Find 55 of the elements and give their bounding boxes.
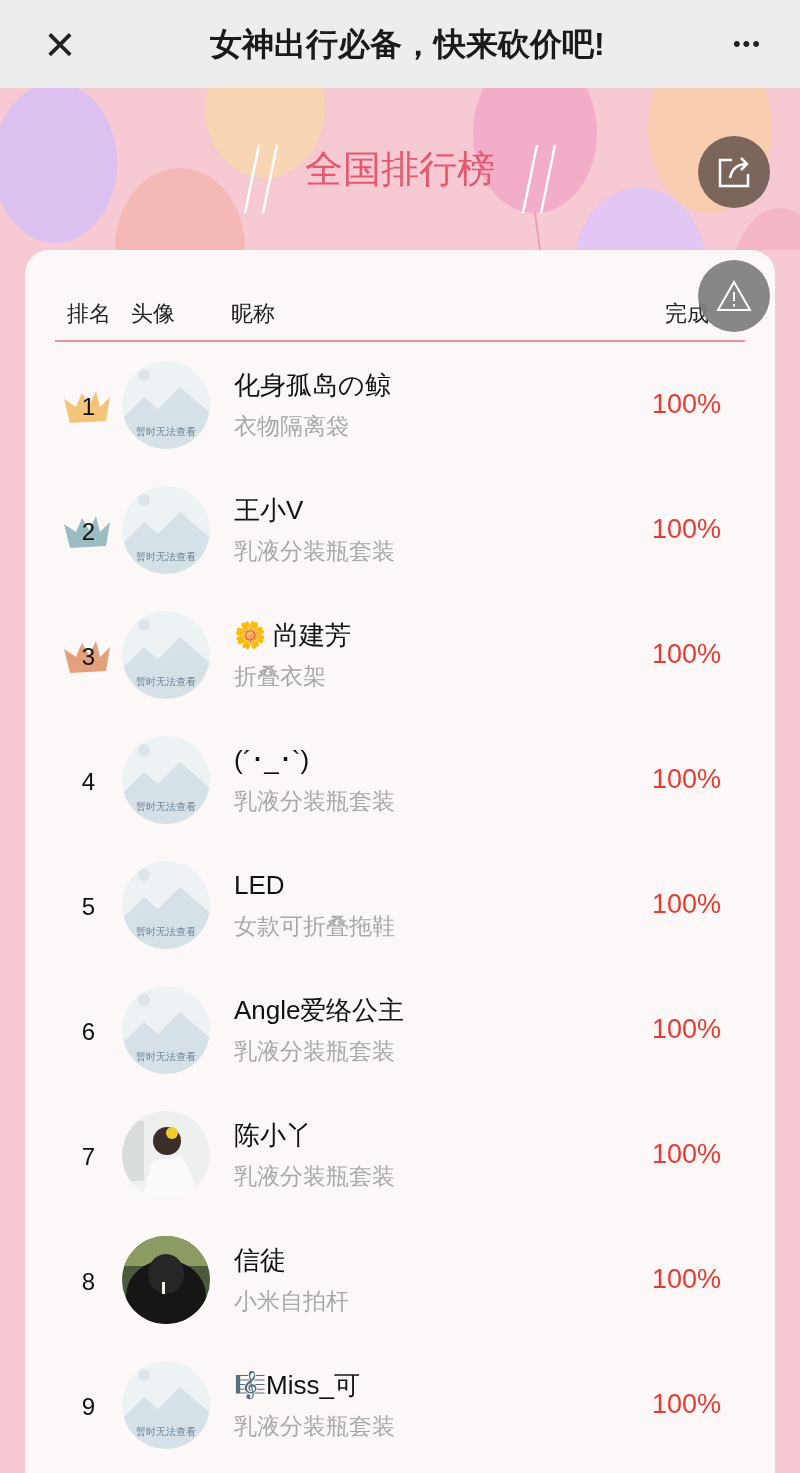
avatar-caption: 暂时无法查看 (135, 1426, 197, 1437)
rank-number: 9 (81, 1391, 96, 1422)
rank-number: 6 (81, 1016, 96, 1047)
nickname: Angle爱络公主 (234, 993, 406, 1027)
completion-value: 100% (651, 763, 721, 797)
rank-number: 3 (81, 641, 96, 672)
item-name: 乳液分装瓶套装 (234, 1161, 396, 1191)
nickname: (´･_･`) (234, 743, 311, 777)
item-name: 折叠衣架 (234, 661, 327, 691)
nickname: 🌼 尚建芳 (234, 618, 353, 652)
column-header: 完成 (665, 300, 709, 328)
nickname: LED (234, 868, 286, 902)
nickname: 王小V (234, 493, 305, 527)
avatar-caption: 暂时无法查看 (135, 926, 197, 937)
nickname: 陈小丫 (234, 1118, 313, 1152)
slash-decoration-icon (521, 143, 557, 215)
item-name: 衣物隔离袋 (234, 411, 350, 441)
share-icon (716, 154, 752, 190)
item-name: 乳液分装瓶套装 (234, 1411, 396, 1441)
item-name: 女款可折叠拖鞋 (234, 911, 396, 941)
rank-number: 8 (81, 1266, 96, 1297)
item-name: 小米自拍杆 (234, 1286, 350, 1316)
column-header: 头像 (131, 300, 176, 328)
ranking-title: 全国排行榜 (305, 146, 495, 192)
avatar-caption: 暂时无法查看 (135, 676, 197, 687)
rank-number: 5 (81, 891, 96, 922)
rank-number: 1 (81, 391, 96, 422)
column-header: 排名 (67, 300, 112, 328)
avatar-caption: 暂时无法查看 (135, 1051, 197, 1062)
completion-value: 100% (651, 888, 721, 922)
more-button[interactable]: ••• (732, 33, 762, 55)
completion-value: 100% (651, 1013, 721, 1047)
avatar-caption: 暂时无法查看 (135, 801, 197, 812)
item-name: 乳液分装瓶套装 (234, 1036, 396, 1066)
completion-value: 100% (651, 1138, 721, 1172)
page-title: 女神出行必备，快来砍价吧! (210, 25, 605, 64)
nickname: 化身孤岛の鲸 (234, 368, 392, 402)
rank-number: 7 (81, 1141, 96, 1172)
item-name: 乳液分装瓶套装 (234, 786, 396, 816)
completion-value: 100% (651, 388, 721, 422)
completion-value: 100% (651, 1388, 721, 1422)
item-name: 乳液分装瓶套装 (234, 536, 396, 566)
completion-value: 100% (651, 1263, 721, 1297)
column-header: 昵称 (231, 300, 276, 328)
slash-decoration-icon (243, 143, 279, 215)
nickname: 信徒 (234, 1243, 287, 1277)
rank-number: 2 (81, 516, 96, 547)
rank-number: 4 (81, 766, 96, 797)
close-button[interactable]: × (38, 18, 82, 70)
warning-icon (716, 280, 752, 312)
avatar-caption: 暂时无法查看 (135, 551, 197, 562)
completion-value: 100% (651, 638, 721, 672)
nickname: 🎼Miss_可 (234, 1368, 361, 1402)
completion-value: 100% (651, 513, 721, 547)
avatar-caption: 暂时无法查看 (135, 426, 197, 437)
